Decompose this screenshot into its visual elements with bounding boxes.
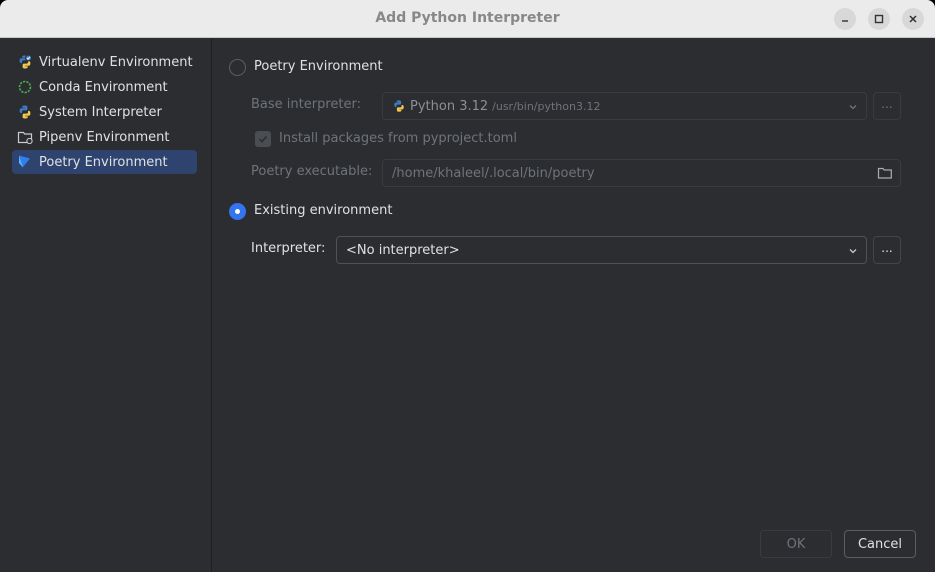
base-interpreter-value: Python 3.12 [410,98,489,114]
minimize-icon [842,20,848,22]
sidebar-item-label: Virtualenv Environment [39,54,193,70]
sidebar-item-virtualenv[interactable]: Virtualenv Environment [12,50,197,74]
close-icon [909,15,917,23]
sidebar-item-poetry[interactable]: Poetry Environment [12,150,197,174]
poetry-environment-label: Poetry Environment [254,59,383,74]
conda-icon [17,79,33,95]
maximize-icon [874,14,884,24]
virtualenv-icon [17,54,33,70]
sidebar-item-label: Conda Environment [39,79,168,95]
sidebar-item-label: Pipenv Environment [39,129,170,145]
chevron-down-icon [849,249,857,254]
poetry-settings-panel: Poetry Environment Base interpreter: Pyt… [213,39,935,572]
poetry-executable-value: /home/khaleel/.local/bin/poetry [392,165,595,181]
sidebar-item-label: Poetry Environment [39,154,168,170]
minimize-button[interactable] [834,8,856,30]
close-button[interactable] [902,8,924,30]
poetry-executable-label: Poetry executable: [251,164,373,179]
interpreter-browse-button[interactable]: ... [873,236,901,264]
base-interpreter-label: Base interpreter: [251,97,361,112]
python-icon [394,100,404,112]
pipenv-icon [17,129,33,145]
chevron-down-icon [849,105,857,110]
interpreter-value: <No interpreter> [346,242,460,258]
existing-environment-label: Existing environment [254,203,393,218]
add-python-interpreter-dialog: Add Python Interpreter Virtualenv Enviro… [0,0,935,572]
install-packages-label: Install packages from pyproject.toml [279,131,517,146]
existing-environment-radio[interactable] [229,203,246,220]
poetry-icon [17,154,33,170]
environment-type-list: Virtualenv Environment Conda Environment… [0,39,212,572]
title-bar: Add Python Interpreter [0,0,935,38]
poetry-environment-radio[interactable] [229,59,246,76]
poetry-executable-field[interactable]: /home/khaleel/.local/bin/poetry [382,159,901,187]
sidebar-item-system-interpreter[interactable]: System Interpreter [12,100,197,124]
interpreter-label: Interpreter: [251,241,326,256]
base-interpreter-browse-button[interactable]: ... [873,92,901,120]
sidebar-item-pipenv[interactable]: Pipenv Environment [12,125,197,149]
ok-button[interactable]: OK [760,530,832,558]
cancel-button[interactable]: Cancel [844,530,916,558]
base-interpreter-path: /usr/bin/python3.12 [492,99,601,113]
checkmark-icon [258,136,268,143]
sidebar-item-conda[interactable]: Conda Environment [12,75,197,99]
window-title: Add Python Interpreter [375,10,560,26]
install-packages-checkbox[interactable] [255,131,271,147]
interpreter-select[interactable]: <No interpreter> [336,236,867,264]
python-icon [17,104,33,120]
folder-icon[interactable] [877,166,893,180]
maximize-button[interactable] [868,8,890,30]
sidebar-item-label: System Interpreter [39,104,162,120]
base-interpreter-select[interactable]: Python 3.12 /usr/bin/python3.12 [382,92,867,120]
